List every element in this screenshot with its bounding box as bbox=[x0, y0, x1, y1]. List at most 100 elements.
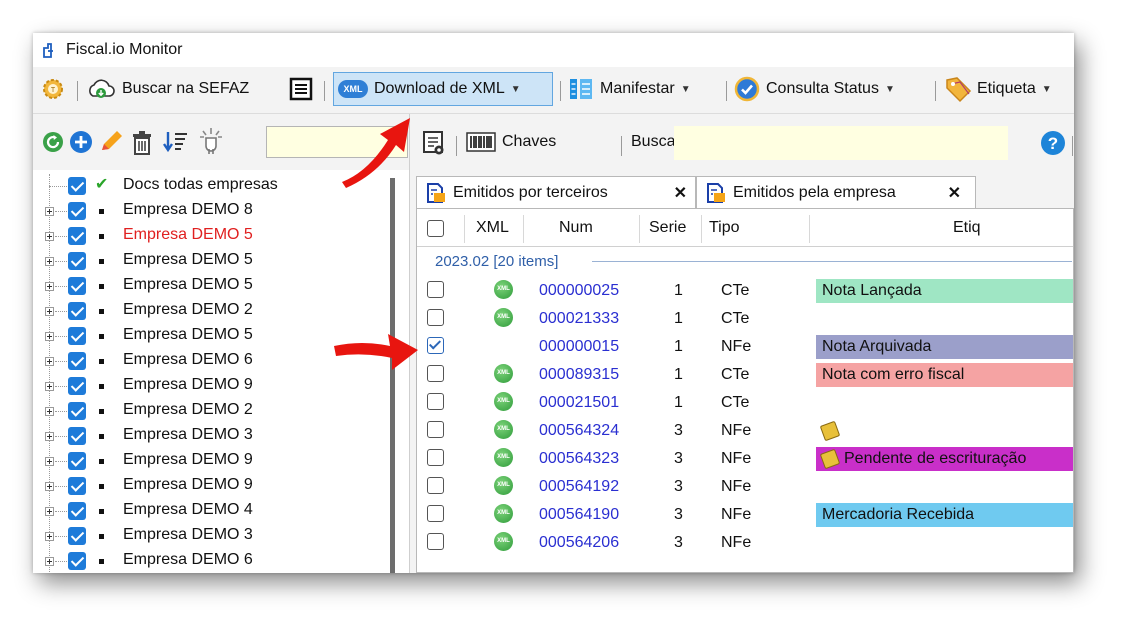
column-header-serie[interactable]: Serie bbox=[649, 219, 686, 237]
row-checkbox[interactable] bbox=[427, 421, 444, 438]
column-header-etiq[interactable]: Etiq bbox=[953, 219, 981, 237]
tree-checkbox[interactable] bbox=[68, 202, 86, 220]
tree-checkbox[interactable] bbox=[68, 402, 86, 420]
column-header-tipo[interactable]: Tipo bbox=[709, 219, 740, 237]
etiqueta-button[interactable]: Etiqueta ▼ bbox=[943, 72, 1052, 106]
tree-item[interactable]: Empresa DEMO 9 bbox=[33, 374, 393, 399]
tree-item[interactable]: Empresa DEMO 5 bbox=[33, 249, 393, 274]
cell-num[interactable]: 000564190 bbox=[539, 506, 619, 524]
tree-checkbox[interactable] bbox=[68, 327, 86, 345]
tree-item[interactable]: Empresa DEMO 8 bbox=[33, 199, 393, 224]
tab-emitidos-terceiros[interactable]: Emitidos por terceiros ✕ bbox=[416, 176, 696, 208]
select-all-checkbox[interactable] bbox=[427, 220, 444, 237]
cell-num[interactable]: 000564323 bbox=[539, 450, 619, 468]
tree-checkbox[interactable] bbox=[68, 302, 86, 320]
trash-icon[interactable] bbox=[129, 128, 155, 156]
table-row[interactable]: XML 000564190 3 NFe Mercadoria Recebida bbox=[417, 501, 1073, 529]
table-row[interactable]: 000000015 1 NFe Nota Arquivada bbox=[417, 333, 1073, 361]
tree-checkbox[interactable] bbox=[68, 552, 86, 570]
document-view-button[interactable] bbox=[289, 72, 313, 106]
table-row[interactable]: XML 000564323 3 NFe Pendente de escrituração bbox=[417, 445, 1073, 473]
table-row[interactable]: XML 000089315 1 CTe Nota com erro fiscal bbox=[417, 361, 1073, 389]
row-checkbox[interactable] bbox=[427, 533, 444, 550]
row-checkbox[interactable] bbox=[427, 365, 444, 382]
tab-emitidos-empresa[interactable]: Emitidos pela empresa ✕ bbox=[696, 176, 976, 208]
filter-icon[interactable] bbox=[197, 126, 225, 156]
expand-icon[interactable] bbox=[45, 307, 54, 316]
expand-icon[interactable] bbox=[45, 257, 54, 266]
row-checkbox[interactable] bbox=[427, 309, 444, 326]
expand-icon[interactable] bbox=[45, 232, 54, 241]
row-checkbox[interactable] bbox=[427, 477, 444, 494]
tree-checkbox[interactable] bbox=[68, 502, 86, 520]
table-row[interactable]: XML 000021501 1 CTe bbox=[417, 389, 1073, 417]
expand-icon[interactable] bbox=[45, 282, 54, 291]
tree-checkbox[interactable] bbox=[68, 352, 86, 370]
tree-checkbox[interactable] bbox=[68, 477, 86, 495]
document-settings-icon[interactable] bbox=[422, 130, 446, 156]
tree-item[interactable]: Empresa DEMO 5 bbox=[33, 224, 393, 249]
cell-num[interactable]: 000089315 bbox=[539, 366, 619, 384]
tree-item[interactable]: Empresa DEMO 9 bbox=[33, 474, 393, 499]
expand-icon[interactable] bbox=[45, 557, 54, 566]
cell-num[interactable]: 000021333 bbox=[539, 310, 619, 328]
tree-item[interactable]: Empresa DEMO 2 bbox=[33, 399, 393, 424]
expand-icon[interactable] bbox=[45, 432, 54, 441]
tree-item[interactable]: Empresa DEMO 3 bbox=[33, 424, 393, 449]
row-checkbox[interactable] bbox=[427, 393, 444, 410]
column-header-num[interactable]: Num bbox=[559, 219, 593, 237]
refresh-icon[interactable] bbox=[41, 130, 65, 154]
tree-item[interactable]: Empresa DEMO 2 bbox=[33, 299, 393, 324]
consulta-status-button[interactable]: Consulta Status ▼ bbox=[734, 72, 895, 106]
tree-checkbox[interactable] bbox=[68, 427, 86, 445]
table-row[interactable]: XML 000564192 3 NFe bbox=[417, 473, 1073, 501]
tree-item[interactable]: Empresa DEMO 9 bbox=[33, 449, 393, 474]
tree-item[interactable]: Empresa DEMO 5 bbox=[33, 274, 393, 299]
group-header[interactable]: 2023.02 [20 items] bbox=[417, 249, 1073, 275]
cell-num[interactable]: 000564192 bbox=[539, 478, 619, 496]
tree-item[interactable]: Empresa DEMO 3 bbox=[33, 524, 393, 549]
expand-icon[interactable] bbox=[45, 507, 54, 516]
cell-num[interactable]: 000000015 bbox=[539, 338, 619, 356]
tree-checkbox[interactable] bbox=[68, 252, 86, 270]
close-tab-icon[interactable]: ✕ bbox=[674, 183, 687, 203]
cell-num[interactable]: 000021501 bbox=[539, 394, 619, 412]
column-header-xml[interactable]: XML bbox=[476, 219, 509, 237]
expand-icon[interactable] bbox=[45, 407, 54, 416]
add-icon[interactable] bbox=[69, 130, 93, 154]
manifestar-button[interactable]: Manifestar ▼ bbox=[568, 72, 691, 106]
expand-icon[interactable] bbox=[45, 532, 54, 541]
tree-checkbox[interactable] bbox=[68, 227, 86, 245]
row-checkbox[interactable] bbox=[427, 337, 444, 354]
busca-input[interactable] bbox=[674, 126, 1008, 160]
tree-checkbox[interactable] bbox=[68, 277, 86, 295]
buscar-sefaz-button[interactable]: Buscar na SEFAZ bbox=[86, 72, 249, 106]
tree-item[interactable]: Empresa DEMO 4 bbox=[33, 499, 393, 524]
row-checkbox[interactable] bbox=[427, 449, 444, 466]
tree-item[interactable]: Empresa DEMO 6 bbox=[33, 549, 393, 573]
tree-checkbox[interactable] bbox=[68, 377, 86, 395]
sort-icon[interactable] bbox=[161, 128, 189, 156]
table-row[interactable]: XML 000564206 3 NFe bbox=[417, 529, 1073, 557]
help-icon[interactable]: ? bbox=[1040, 130, 1066, 156]
row-checkbox[interactable] bbox=[427, 505, 444, 522]
close-tab-icon[interactable]: ✕ bbox=[948, 183, 961, 203]
expand-icon[interactable] bbox=[45, 382, 54, 391]
tree-checkbox[interactable] bbox=[68, 177, 86, 195]
expand-icon[interactable] bbox=[45, 207, 54, 216]
table-row[interactable]: XML 000564324 3 NFe bbox=[417, 417, 1073, 445]
cell-num[interactable]: 000564206 bbox=[539, 534, 619, 552]
download-xml-button[interactable]: XML Download de XML ▼ bbox=[333, 72, 553, 106]
tree-checkbox[interactable] bbox=[68, 452, 86, 470]
expand-icon[interactable] bbox=[45, 332, 54, 341]
row-checkbox[interactable] bbox=[427, 281, 444, 298]
cell-num[interactable]: 000564324 bbox=[539, 422, 619, 440]
expand-icon[interactable] bbox=[45, 357, 54, 366]
table-row[interactable]: XML 000021333 1 CTe bbox=[417, 305, 1073, 333]
settings-button[interactable]: T bbox=[41, 72, 65, 106]
cell-num[interactable]: 000000025 bbox=[539, 282, 619, 300]
tree-checkbox[interactable] bbox=[68, 527, 86, 545]
edit-icon[interactable] bbox=[97, 128, 125, 156]
chaves-button[interactable]: Chaves bbox=[466, 132, 556, 152]
expand-icon[interactable] bbox=[45, 457, 54, 466]
